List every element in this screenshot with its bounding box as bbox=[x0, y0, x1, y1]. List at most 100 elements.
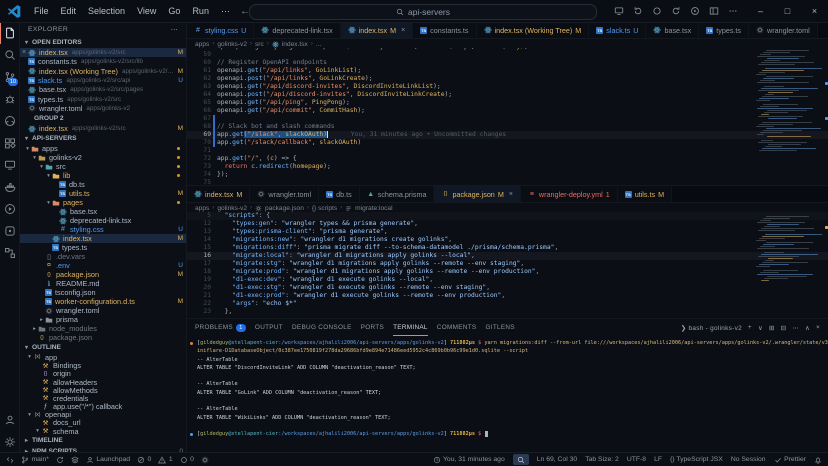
status-utf-8[interactable]: UTF-8 bbox=[627, 456, 646, 463]
activity-github[interactable] bbox=[0, 110, 19, 132]
more-actions-icon[interactable]: ⋯ bbox=[792, 324, 799, 332]
panel-tab-debugconsole[interactable]: DEBUG CONSOLE bbox=[292, 319, 352, 336]
status-error-0[interactable]: 0 bbox=[137, 456, 151, 464]
status-ln-69-col-30[interactable]: Ln 69, Col 30 bbox=[537, 456, 577, 463]
tree-item-basetsx[interactable]: base.tsx bbox=[20, 207, 186, 216]
open-editor-item[interactable]: TStypes.tsapps/golinks-v2/src bbox=[20, 94, 186, 103]
panel-tab-problems[interactable]: PROBLEMS1 bbox=[195, 319, 246, 336]
tree-item-wranglertoml[interactable]: wrangler.toml bbox=[20, 306, 186, 315]
outline-item[interactable]: ⚒allowHeaders bbox=[20, 378, 186, 386]
status-branch-main[interactable]: main* bbox=[21, 456, 49, 464]
tab-constantsts[interactable]: TSconstants.ts bbox=[413, 22, 476, 38]
activity-testing[interactable] bbox=[0, 198, 19, 220]
tree-item-golinksv2[interactable]: ▾golinks-v2 bbox=[20, 153, 186, 162]
tab-basetsx[interactable]: base.tsx bbox=[646, 22, 699, 38]
open-editor-item[interactable]: index.tsxapps/golinks-v2/srcM bbox=[20, 124, 186, 133]
activity-accounts[interactable] bbox=[0, 409, 19, 431]
open-editor-item[interactable]: base.tsxapps/golinks-v2/src/pages bbox=[20, 85, 186, 94]
activity-remote-explorer[interactable] bbox=[0, 154, 19, 176]
maximize-panel-icon[interactable]: ∧ bbox=[805, 324, 810, 332]
titlebar-playc-icon[interactable] bbox=[690, 6, 700, 16]
status-layers[interactable] bbox=[71, 456, 79, 464]
tab-deprecatedlinktsx[interactable]: deprecated-link.tsx bbox=[254, 22, 340, 38]
outline-header[interactable]: ▾OUTLINE bbox=[20, 342, 186, 353]
tree-item-tsconfigjson[interactable]: TStsconfig.json bbox=[20, 288, 186, 297]
status-check-prettier[interactable]: Prettier bbox=[774, 456, 806, 464]
activity-ports[interactable] bbox=[0, 242, 19, 264]
panel-tab-comments[interactable]: COMMENTS bbox=[437, 319, 477, 336]
tree-item-pages[interactable]: ▾pages bbox=[20, 198, 186, 207]
kill-terminal-icon[interactable]: ⊟ bbox=[781, 324, 787, 332]
status-circle-0[interactable]: 0 bbox=[180, 456, 194, 464]
tab-dbts[interactable]: TSdb.ts bbox=[319, 186, 360, 202]
tree-item-deprecatedlinktsx[interactable]: deprecated-link.tsx bbox=[20, 216, 186, 225]
menu-file[interactable]: File bbox=[28, 6, 55, 17]
terminal[interactable]: [gildedguy@stellapent-cier:/workspaces/a… bbox=[187, 336, 828, 453]
titlebar-dots-icon[interactable] bbox=[728, 6, 738, 16]
outline-item[interactable]: {}origin bbox=[20, 370, 186, 378]
titlebar-layout-icon[interactable] bbox=[709, 6, 719, 16]
outline-item[interactable]: ƒapp.use("/*") callback bbox=[20, 403, 186, 411]
code-editor[interactable]: 5 "scripts": {12 "types:gen": "wrangler … bbox=[187, 212, 828, 319]
tree-item-workerconfigurationdts[interactable]: TSworker-configuration.d.tsM bbox=[20, 297, 186, 306]
panel-tab-gitlens[interactable]: GITLENS bbox=[485, 319, 514, 336]
titlebar-undo-icon[interactable] bbox=[633, 6, 643, 16]
new-terminal-icon[interactable]: + bbox=[748, 324, 752, 331]
status-remote[interactable] bbox=[6, 456, 14, 464]
status-search[interactable] bbox=[513, 454, 529, 465]
code-editor[interactable]: 58openapi.registry.registerComponent("se… bbox=[187, 48, 828, 185]
tree-item-READMEmd[interactable]: ℹREADME.md bbox=[20, 279, 186, 288]
outline-item[interactable]: ⚒Bindings bbox=[20, 362, 186, 370]
status-gear[interactable] bbox=[201, 456, 209, 464]
status-no-session[interactable]: No Session bbox=[731, 456, 766, 463]
close-tab-icon[interactable]: × bbox=[401, 27, 405, 34]
explorer-more-icon[interactable]: ⋯ bbox=[171, 26, 178, 34]
menu-go[interactable]: Go bbox=[162, 6, 186, 17]
terminal-shell-label[interactable]: ❯ bash - golinks-v2 bbox=[681, 324, 742, 332]
editor-group-1[interactable]: #styling.cssUdeprecated-link.tsxindex.ts… bbox=[187, 22, 828, 185]
timeline-header[interactable]: ▸TIMELINE bbox=[20, 435, 186, 446]
tab-stylingcss[interactable]: #styling.cssU bbox=[187, 22, 254, 38]
tab-slackts[interactable]: TSslack.tsU bbox=[589, 22, 646, 38]
status-clock-you-31-minutes-ago[interactable]: You, 31 minutes ago bbox=[433, 456, 505, 464]
status-typescript-jsx[interactable]: {} TypeScript JSX bbox=[670, 456, 723, 463]
command-center[interactable]: api-servers bbox=[249, 4, 597, 20]
tab-wranglertoml[interactable]: wrangler.toml bbox=[749, 22, 818, 38]
status-warn-1[interactable]: 1 bbox=[158, 456, 172, 464]
breadcrumb-item[interactable]: index.tsx bbox=[282, 41, 308, 48]
menu-view[interactable]: View bbox=[131, 6, 162, 17]
maximize-button[interactable]: □ bbox=[774, 0, 801, 22]
minimize-button[interactable]: – bbox=[747, 0, 774, 22]
close-editor-icon[interactable]: × bbox=[20, 49, 28, 56]
tree-item-packagejson[interactable]: {}package.json bbox=[20, 333, 186, 342]
workspace-header[interactable]: ▾API-SERVERS bbox=[20, 133, 186, 144]
tab-utilsts[interactable]: TSutils.tsM bbox=[618, 186, 672, 202]
tree-item-lib[interactable]: ▾lib bbox=[20, 171, 186, 180]
tree-item-typests[interactable]: TStypes.ts bbox=[20, 243, 186, 252]
status-bell[interactable] bbox=[814, 456, 822, 464]
activity-docker[interactable] bbox=[0, 176, 19, 198]
titlebar-circle-icon[interactable] bbox=[652, 6, 662, 16]
activity-jan[interactable] bbox=[0, 220, 19, 242]
tree-item-prisma[interactable]: ▸prisma bbox=[20, 315, 186, 324]
split-terminal-icon[interactable]: ⊞ bbox=[769, 324, 775, 332]
breadcrumb-item[interactable]: ... bbox=[316, 41, 322, 48]
open-editor-item[interactable]: TSconstants.tsapps/golinks-v2/src/lib bbox=[20, 57, 186, 66]
open-editor-item[interactable]: TSslack.tsapps/golinks-v2/src/apiU bbox=[20, 76, 186, 85]
dropdown-icon[interactable]: ∨ bbox=[758, 324, 763, 332]
panel-tab-output[interactable]: OUTPUT bbox=[255, 319, 283, 336]
titlebar-redo-icon[interactable] bbox=[671, 6, 681, 16]
tree-item-stylingcss[interactable]: #styling.cssU bbox=[20, 225, 186, 234]
breadcrumb-item[interactable]: apps bbox=[195, 41, 209, 48]
activity-extensions[interactable] bbox=[0, 132, 19, 154]
status-sync[interactable] bbox=[56, 456, 64, 464]
tab-schemaprisma[interactable]: ▲schema.prisma bbox=[360, 186, 435, 202]
tree-item-devvars[interactable]: ▯.dev.vars bbox=[20, 252, 186, 261]
close-panel-icon[interactable]: × bbox=[816, 324, 820, 331]
breadcrumb-item[interactable]: golinks-v2 bbox=[217, 205, 247, 212]
activity-source-control[interactable]: 10 bbox=[0, 66, 19, 88]
panel-tab-terminal[interactable]: TERMINAL bbox=[393, 319, 428, 336]
tree-item-dbts[interactable]: TSdb.ts bbox=[20, 180, 186, 189]
tab-indextsx[interactable]: index.tsxM× bbox=[341, 22, 413, 38]
open-editor-item[interactable]: index.tsx (Working Tree)apps/golinks-v2/… bbox=[20, 67, 186, 76]
